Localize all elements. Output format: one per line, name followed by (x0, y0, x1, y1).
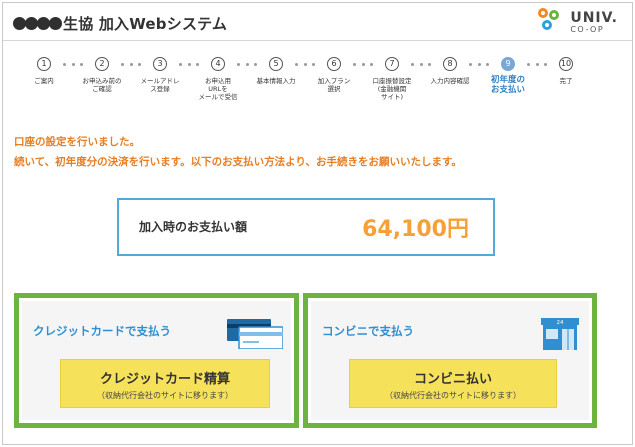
credit-card-panel: クレジットカードで支払う クレジットカード精算 （収納代行会社のサイトに移ります… (14, 293, 299, 428)
step-label: メールアドレ ス登録 (140, 77, 180, 93)
progress-steps: 1 ご案内 2 お申込み前の ご確認 3 メールアドレ ス登録 4 お申込用 URLを メール… (3, 57, 632, 121)
step-label: 完了 (559, 77, 573, 85)
credit-card-button-label: クレジットカード精算 (99, 372, 230, 387)
step-label: 基本情報入力 (256, 77, 296, 85)
step-number: 8 (443, 57, 457, 71)
progress-step: 10 完了 (536, 57, 596, 85)
payment-amount-box: 加入時のお支払い額 64,100円 (117, 198, 495, 256)
step-label: 入力内容確認 (430, 77, 470, 85)
convenience-store-button-note: （収納代行会社のサイトに移ります） (385, 391, 521, 400)
amount-label: 加入時のお支払い額 (139, 220, 248, 234)
step-number: 7 (385, 57, 399, 71)
step-label: ご案内 (34, 77, 54, 85)
progress-step: 8 入力内容確認 (420, 57, 480, 85)
page-title: 生協 加入Webシステム (13, 13, 227, 34)
progress-step: 5 基本情報入力 (246, 57, 306, 85)
convenience-store-panel: コンビニで支払う 24 コンビニ払い （収納代行会社のサイトに移ります） (303, 293, 597, 428)
redacted-name (13, 17, 62, 30)
univ-coop-logo: UNIV. CO-OP (538, 8, 618, 36)
step-label: お申込用 URLを メールで受信 (198, 77, 238, 101)
logo-sub-text: CO-OP (570, 24, 605, 34)
step-label: お申込み前の ご確認 (82, 77, 122, 93)
step-number: 1 (37, 57, 51, 71)
convenience-store-pay-button[interactable]: コンビニ払い （収納代行会社のサイトに移ります） (349, 359, 557, 408)
step-number: 10 (559, 57, 573, 71)
progress-step: 1 ご案内 (14, 57, 74, 85)
header: 生協 加入Webシステム UNIV. CO-OP (3, 3, 632, 41)
step-label: 初年度の お支払い (490, 75, 525, 95)
step-number: 2 (95, 57, 109, 71)
amount-value: 64,100円 (362, 217, 469, 242)
status-message: 口座の設定を行いました。 (14, 136, 140, 148)
step-number: 3 (153, 57, 167, 71)
step-number: 4 (211, 57, 225, 71)
credit-card-button-note: （収納代行会社のサイトに移ります） (97, 391, 233, 400)
credit-card-icon (227, 319, 283, 349)
logo-main-text: UNIV. (570, 9, 618, 26)
coop-logo-icon (538, 8, 566, 36)
credit-card-title: クレジットカードで支払う (33, 324, 171, 338)
step-label: 加入プラン 選択 (317, 77, 351, 93)
credit-card-pay-button[interactable]: クレジットカード精算 （収納代行会社のサイトに移ります） (60, 359, 270, 408)
convenience-store-title: コンビニで支払う (322, 324, 414, 338)
convenience-store-icon: 24 (541, 318, 579, 350)
step-label: 口座振替設定 (金融機関 サイト) (372, 77, 412, 101)
step-number: 9 (501, 57, 515, 71)
page-frame: 生協 加入Webシステム UNIV. CO-OP 1 ご案内 2 お申込み前の ご確認… (2, 2, 633, 445)
instruction-message: 続いて、初年度分の決済を行います。以下のお支払い方法より、お手続きをお願いいたし… (14, 156, 462, 168)
convenience-store-button-label: コンビニ払い (413, 372, 492, 387)
system-title: 生協 加入Webシステム (63, 15, 228, 33)
step-number: 5 (269, 57, 283, 71)
step-number: 6 (327, 57, 341, 71)
